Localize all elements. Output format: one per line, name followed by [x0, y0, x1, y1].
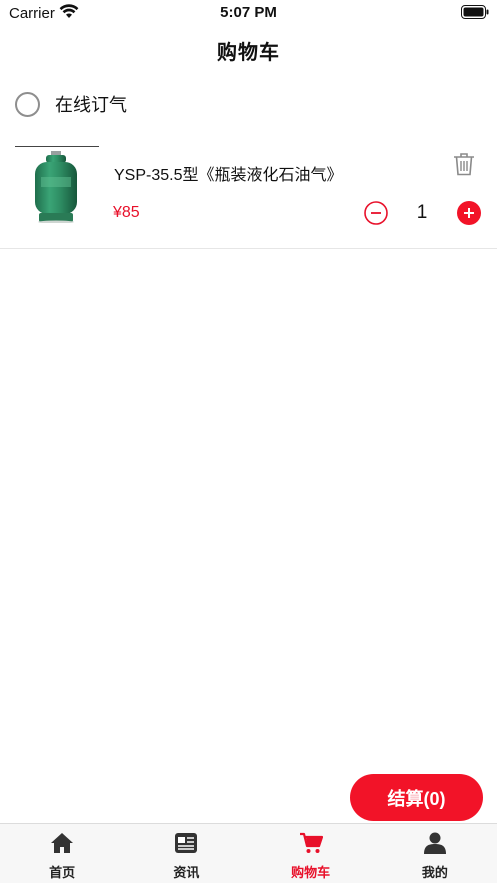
tab-bar: 首页 资讯 购物车 我的 [0, 823, 497, 883]
product-name: YSP-35.5型《瓶装液化石油气》 [114, 167, 343, 184]
checkout-button[interactable]: 结算(0) [350, 774, 483, 821]
news-icon [175, 833, 198, 853]
tab-label: 我的 [421, 865, 448, 880]
page-title: 购物车 [217, 42, 280, 64]
store-row[interactable]: 在线订气 [15, 89, 127, 119]
product-price: ¥85 [113, 204, 140, 221]
status-bar: Carrier 5:07 PM [0, 0, 497, 26]
battery-icon [461, 5, 489, 19]
decrease-quantity-button[interactable] [364, 201, 388, 225]
gas-cylinder-icon [35, 151, 77, 223]
tab-news[interactable]: 资讯 [124, 824, 248, 883]
tab-label: 购物车 [291, 865, 331, 880]
increase-quantity-button[interactable] [457, 201, 481, 225]
tab-home[interactable]: 首页 [0, 824, 124, 883]
quantity-value: 1 [416, 202, 428, 223]
store-select-radio[interactable] [15, 91, 40, 117]
user-icon [423, 832, 446, 854]
tab-profile[interactable]: 我的 [373, 824, 497, 883]
clock: 5:07 PM [220, 4, 277, 21]
cart-item: YSP-35.5型《瓶装液化石油气》 ¥85 1 [0, 146, 497, 249]
trash-icon[interactable] [453, 152, 475, 176]
tab-cart[interactable]: 购物车 [249, 824, 373, 883]
store-name: 在线订气 [55, 95, 127, 115]
image-top-border [15, 146, 99, 147]
tab-label: 首页 [49, 865, 76, 880]
home-icon [51, 833, 74, 853]
tab-label: 资讯 [173, 865, 200, 880]
cart-icon [299, 832, 323, 853]
